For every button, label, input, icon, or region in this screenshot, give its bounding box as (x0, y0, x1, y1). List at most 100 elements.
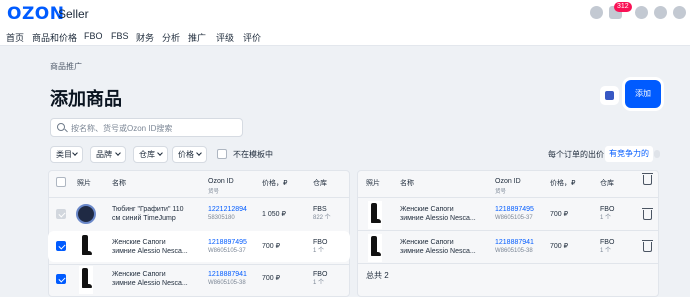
col-name: 名称 (112, 180, 126, 187)
product-sku: W8605105-38 (495, 248, 533, 254)
delete-icon[interactable] (642, 240, 653, 252)
product-sku: W8605105-37 (208, 248, 246, 254)
ozon-id-link[interactable]: 1218887941 (495, 238, 534, 247)
template-icon-button[interactable] (600, 86, 619, 105)
chevron-down-icon (115, 150, 121, 156)
ozon-id-link[interactable]: 1218887941 (208, 270, 247, 279)
price-per-order-label: 每个订单的出价 (548, 150, 604, 159)
filter-brand[interactable]: 品牌 (90, 146, 126, 163)
crown-icon[interactable] (590, 6, 603, 19)
breadcrumb[interactable]: 商品推广 (50, 61, 82, 72)
ozon-id-link[interactable]: 1218897495 (495, 205, 534, 214)
search-placeholder: 按名称、货号或Ozon ID搜索 (71, 124, 173, 133)
col-price: 价格，₽ (262, 180, 288, 187)
nav-promotion[interactable]: 推广 (188, 31, 206, 44)
nav-rating[interactable]: 评级 (216, 31, 234, 44)
nav-fbs[interactable]: FBS (111, 31, 129, 41)
ozon-id-link[interactable]: 1221212894 (208, 205, 247, 214)
col-ozon-id: Ozon ID (495, 178, 521, 185)
selected-products-table (357, 170, 659, 297)
product-name-line2: зимние Alessio Nesca... (400, 248, 476, 255)
warehouse-type: FBO (313, 239, 328, 246)
product-sku: W8605105-37 (495, 215, 533, 221)
search-input[interactable]: 按名称、货号或Ozon ID搜索 (50, 118, 243, 137)
table-row-highlighted[interactable] (48, 231, 350, 262)
settings-icon[interactable] (673, 6, 686, 19)
product-sku: 58305180 (208, 215, 235, 221)
delete-all-icon[interactable] (642, 173, 653, 185)
product-price: 700 ₽ (262, 275, 281, 282)
chevron-down-icon (72, 150, 78, 156)
product-name-line2: зимние Alessio Nesca... (112, 280, 188, 287)
competitive-price-link[interactable]: 有竞争力的 (605, 146, 653, 162)
select-all-checkbox[interactable] (56, 177, 66, 187)
filter-category-label: 类目 (56, 150, 72, 159)
filter-brand-label: 品牌 (96, 150, 112, 159)
nav-products-prices[interactable]: 商品和价格 (32, 31, 77, 44)
col-ozon-id-sub: 货号 (208, 189, 220, 195)
row-checkbox[interactable] (56, 241, 66, 251)
price-toggle[interactable] (654, 150, 660, 158)
delete-icon[interactable] (642, 208, 653, 220)
total-count: 总共 2 (366, 271, 389, 280)
filter-category[interactable]: 类目 (50, 146, 83, 163)
boot-image (371, 203, 381, 223)
filter-warehouse-label: 仓库 (139, 150, 155, 159)
warehouse-qty: 822 个 (313, 215, 331, 221)
nav-fbo[interactable]: FBO (84, 31, 103, 41)
row-checkbox (56, 209, 66, 219)
product-thumbnail[interactable] (368, 234, 382, 262)
seller-label: Seller (58, 7, 89, 21)
boot-image (82, 268, 92, 288)
not-in-template-checkbox[interactable] (217, 149, 227, 159)
divider (49, 197, 349, 198)
product-name-line2: зимние Alessio Nesca... (112, 248, 188, 255)
education-icon[interactable] (654, 6, 667, 19)
col-price: 价格，₽ (550, 180, 576, 187)
warehouse-type: FBO (600, 206, 615, 213)
main-nav: 首页 商品和价格 FBO FBS 财务 分析 推广 评级 评价 (0, 27, 690, 46)
product-price: 700 ₽ (262, 243, 281, 250)
product-thumbnail[interactable] (79, 233, 93, 261)
product-name: Женские Сапоги (112, 271, 166, 278)
row-checkbox[interactable] (56, 274, 66, 284)
col-warehouse: 仓库 (313, 180, 327, 187)
nav-reviews[interactable]: 评价 (243, 31, 261, 44)
filter-warehouse[interactable]: 仓库 (133, 146, 168, 163)
warehouse-qty: 1 个 (600, 215, 612, 221)
warehouse-type: FBS (313, 206, 327, 213)
col-ozon-id-sub: 货号 (495, 189, 507, 195)
filter-price-label: 价格 (178, 150, 194, 159)
add-button[interactable]: 添加 (625, 80, 661, 108)
col-warehouse: 仓库 (600, 180, 614, 187)
top-bar: OZON Seller 312 (0, 0, 690, 27)
divider (49, 264, 349, 265)
filter-price[interactable]: 价格 (172, 146, 207, 163)
product-price: 700 ₽ (550, 243, 569, 250)
product-thumbnail[interactable] (76, 204, 96, 224)
ozon-id-link[interactable]: 1218897495 (208, 238, 247, 247)
divider (358, 197, 658, 198)
warehouse-qty: 1 个 (600, 248, 612, 254)
chevron-down-icon (157, 150, 163, 156)
boot-image (371, 236, 381, 256)
col-name: 名称 (400, 180, 414, 187)
product-name: Тюбинг "Графити" 110 (112, 206, 184, 213)
warehouse-type: FBO (600, 239, 615, 246)
product-price: 700 ₽ (550, 211, 569, 218)
nav-home[interactable]: 首页 (6, 31, 24, 44)
help-icon[interactable] (635, 6, 648, 19)
divider (358, 230, 658, 231)
product-name: Женские Сапоги (112, 239, 166, 246)
nav-finance[interactable]: 财务 (136, 31, 154, 44)
ozon-logo[interactable]: OZON (7, 4, 64, 24)
nav-analytics[interactable]: 分析 (162, 31, 180, 44)
product-thumbnail[interactable] (79, 266, 93, 294)
product-name-line2: зимние Alessio Nesca... (400, 215, 476, 222)
boot-image (82, 235, 92, 255)
warehouse-qty: 1 个 (313, 248, 325, 254)
warehouse-qty: 1 个 (313, 280, 325, 286)
divider (358, 263, 658, 264)
product-thumbnail[interactable] (368, 201, 382, 229)
col-ozon-id: Ozon ID (208, 178, 234, 185)
